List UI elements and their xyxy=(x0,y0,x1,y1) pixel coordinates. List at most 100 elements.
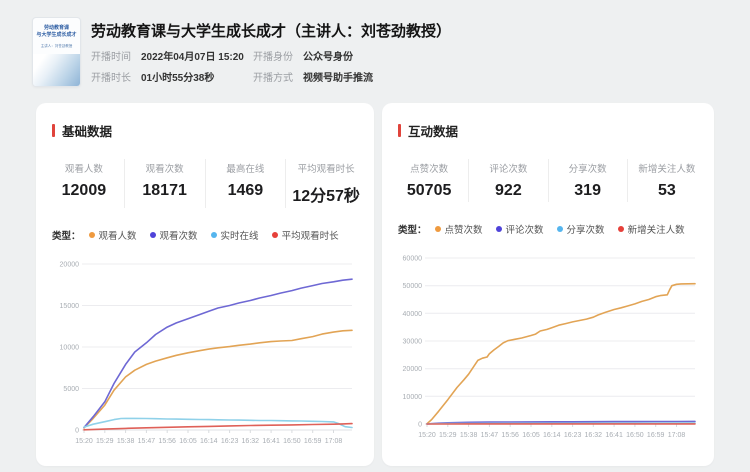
svg-text:15:20: 15:20 xyxy=(418,432,436,439)
legend-dot-icon xyxy=(435,226,441,232)
info-label: 开播时长 xyxy=(91,69,131,84)
svg-text:30000: 30000 xyxy=(403,339,423,346)
interaction-data-card: 互动数据 点赞次数 50705 评论次数 922 分享次数 319 新增关注人数… xyxy=(382,103,714,466)
stat-comments: 评论次数 922 xyxy=(469,159,548,202)
legend-dot-icon xyxy=(89,232,95,238)
svg-text:15:20: 15:20 xyxy=(75,438,93,445)
legend-item[interactable]: 新增关注人数 xyxy=(618,222,685,236)
stat-label: 最高在线 xyxy=(206,161,286,175)
cover-title-line2: 与大学生成长成才 xyxy=(33,32,80,39)
svg-text:10000: 10000 xyxy=(60,345,80,352)
info-value: 公众号身份 xyxy=(303,48,353,63)
legend-item-label: 新增关注人数 xyxy=(628,222,685,236)
stat-label: 新增关注人数 xyxy=(628,161,706,175)
svg-text:16:32: 16:32 xyxy=(585,432,603,439)
stat-label: 分享次数 xyxy=(549,161,627,175)
basic-data-card: 基础数据 观看人数 12009 观看次数 18171 最高在线 1469 平均观… xyxy=(36,103,374,466)
legend-item[interactable]: 观看人数 xyxy=(89,228,137,242)
svg-text:15:38: 15:38 xyxy=(460,432,478,439)
stat-label: 观看人数 xyxy=(44,161,124,175)
svg-text:17:08: 17:08 xyxy=(668,432,686,439)
svg-text:60000: 60000 xyxy=(403,256,423,263)
interaction-data-chart[interactable]: 010000200003000040000500006000015:2015:2… xyxy=(393,248,703,448)
legend-item[interactable]: 实时在线 xyxy=(211,228,259,242)
legend-item-label: 点赞次数 xyxy=(445,222,483,236)
cover-title-line1: 劳动教育课 xyxy=(33,25,80,32)
stat-label: 观看次数 xyxy=(125,161,205,175)
page-title: 劳动教育课与大学生成长成才（主讲人：刘苍劲教授） xyxy=(91,20,451,41)
legend-item[interactable]: 评论次数 xyxy=(496,222,544,236)
svg-text:17:08: 17:08 xyxy=(325,438,343,445)
svg-text:40000: 40000 xyxy=(403,311,423,318)
live-stats-page: 劳动教育课 与大学生成长成才 主讲人：刘苍劲教授 劳动教育课与大学生成长成才（主… xyxy=(0,0,750,472)
info-identity: 开播身份 公众号身份 xyxy=(253,48,373,63)
stream-info: 开播时间 2022年04月07日 15:20 开播身份 公众号身份 开播时长 0… xyxy=(91,48,373,84)
svg-text:16:59: 16:59 xyxy=(304,438,322,445)
legend-item-label: 观看人数 xyxy=(99,228,137,242)
stat-views: 观看次数 18171 xyxy=(125,159,206,208)
svg-text:15:56: 15:56 xyxy=(158,438,176,445)
basic-data-header: 基础数据 xyxy=(36,103,374,140)
stat-value: 12009 xyxy=(44,182,124,200)
svg-text:16:50: 16:50 xyxy=(283,438,301,445)
legend-item[interactable]: 点赞次数 xyxy=(435,222,483,236)
legend-dot-icon xyxy=(557,226,563,232)
basic-stats-row: 观看人数 12009 观看次数 18171 最高在线 1469 平均观看时长 1… xyxy=(36,159,374,208)
legend-dot-icon xyxy=(272,232,278,238)
section-title: 互动数据 xyxy=(408,121,458,140)
info-duration: 开播时长 01小时55分38秒 xyxy=(91,69,253,84)
legend-item-label: 评论次数 xyxy=(506,222,544,236)
cover-gradient xyxy=(33,54,80,86)
info-label: 开播时间 xyxy=(91,48,131,63)
stream-cover-thumbnail: 劳动教育课 与大学生成长成才 主讲人：刘苍劲教授 xyxy=(33,18,80,86)
stat-new-followers: 新增关注人数 53 xyxy=(628,159,706,202)
svg-text:16:23: 16:23 xyxy=(564,432,582,439)
svg-text:15:47: 15:47 xyxy=(138,438,156,445)
stat-value: 319 xyxy=(549,182,627,200)
svg-text:0: 0 xyxy=(75,428,79,435)
section-title: 基础数据 xyxy=(62,121,112,140)
svg-text:16:05: 16:05 xyxy=(522,432,540,439)
svg-text:16:50: 16:50 xyxy=(626,432,644,439)
stat-label: 评论次数 xyxy=(469,161,547,175)
legend-item-label: 实时在线 xyxy=(221,228,259,242)
svg-text:16:14: 16:14 xyxy=(543,432,561,439)
svg-text:15000: 15000 xyxy=(60,303,80,310)
stat-value: 1469 xyxy=(206,182,286,200)
stat-value: 12分57秒 xyxy=(286,182,366,206)
legend-type-label: 类型： xyxy=(398,222,427,236)
stat-avg-watch-time: 平均观看时长 12分57秒 xyxy=(286,159,366,208)
stat-value: 922 xyxy=(469,182,547,200)
stat-value: 18171 xyxy=(125,182,205,200)
svg-text:15:38: 15:38 xyxy=(117,438,135,445)
accent-bar xyxy=(398,124,401,137)
svg-text:0: 0 xyxy=(418,422,422,429)
accent-bar xyxy=(52,124,55,137)
stat-label: 平均观看时长 xyxy=(286,161,366,175)
svg-text:16:32: 16:32 xyxy=(242,438,260,445)
legend-item[interactable]: 观看次数 xyxy=(150,228,198,242)
svg-text:16:41: 16:41 xyxy=(262,438,280,445)
legend-dot-icon xyxy=(618,226,624,232)
interaction-chart-legend: 类型： 点赞次数 评论次数分享次数 新增关注人数 xyxy=(398,222,714,236)
svg-text:15:47: 15:47 xyxy=(481,432,499,439)
legend-item[interactable]: 平均观看时长 xyxy=(272,228,339,242)
basic-data-chart[interactable]: 0500010000150002000015:2015:2915:3815:47… xyxy=(50,254,360,454)
svg-text:20000: 20000 xyxy=(403,366,423,373)
interaction-stats-row: 点赞次数 50705 评论次数 922 分享次数 319 新增关注人数 53 xyxy=(382,159,714,202)
legend-dot-icon xyxy=(496,226,502,232)
legend-item[interactable]: 分享次数 xyxy=(557,222,605,236)
basic-chart-legend: 类型： 观看人数观看次数实时在线平均观看时长 xyxy=(52,228,374,242)
svg-text:5000: 5000 xyxy=(63,386,79,393)
stat-value: 53 xyxy=(628,182,706,200)
stat-shares: 分享次数 319 xyxy=(549,159,628,202)
stat-max-online: 最高在线 1469 xyxy=(206,159,287,208)
info-label: 开播方式 xyxy=(253,69,293,84)
info-value: 2022年04月07日 15:20 xyxy=(141,48,244,63)
svg-text:16:41: 16:41 xyxy=(605,432,623,439)
svg-text:15:29: 15:29 xyxy=(439,432,457,439)
legend-dot-icon xyxy=(211,232,217,238)
svg-text:16:59: 16:59 xyxy=(647,432,665,439)
legend-item-label: 平均观看时长 xyxy=(282,228,339,242)
svg-text:20000: 20000 xyxy=(60,262,80,269)
